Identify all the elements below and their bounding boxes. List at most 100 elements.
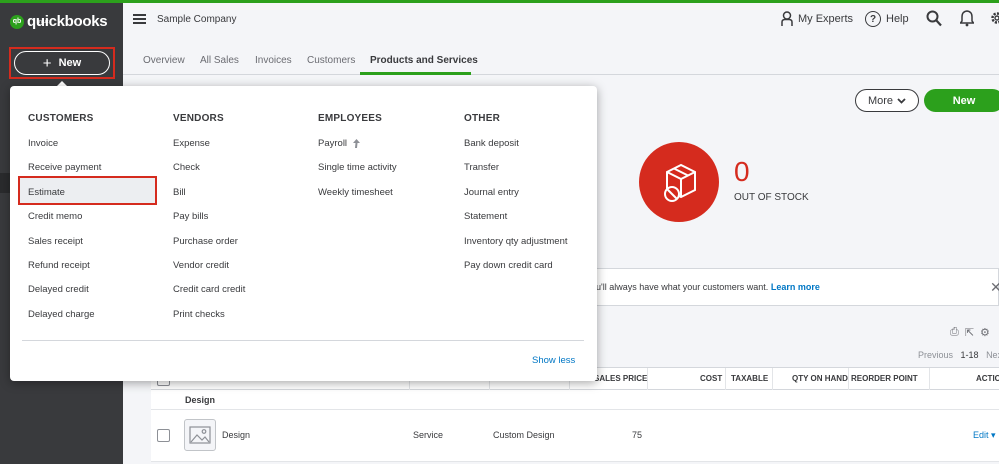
box-icon [664,163,696,202]
my-experts-button[interactable]: My Experts [781,11,853,27]
more-button[interactable]: More [855,89,919,112]
info-banner: ou'll always have what your customers wa… [580,268,999,306]
menu-item-purchase-order[interactable]: Purchase order [173,236,245,260]
new-product-button[interactable]: New [924,89,999,112]
menu-item-vendor-credit[interactable]: Vendor credit [173,260,245,284]
product-name[interactable]: Design [222,430,250,440]
upgrade-arrow-icon [353,139,361,148]
menu-item-receive-payment[interactable]: Receive payment [28,162,101,186]
menu-column-employees: EMPLOYEES Payroll Single time activity W… [318,113,397,211]
quickbooks-logo[interactable]: qb quickbooks intuit [10,13,108,30]
menu-heading-other: OTHER [464,113,500,124]
more-button-label: More [867,94,894,107]
col-cost[interactable]: COST [700,374,722,383]
top-header: Sample Company My Experts ? Help [123,3,999,39]
banner-text: ou'll always have what your customers wa… [591,282,769,292]
next-page-link[interactable]: Nex [986,350,999,360]
export-icon[interactable]: ⇱ [965,326,974,339]
col-action: ACTIO [976,374,999,383]
out-of-stock-label: OUT OF STOCK [734,192,809,203]
menu-heading-employees: EMPLOYEES [318,113,383,124]
print-icon[interactable]: ⎙ [950,326,959,339]
menu-item-inventory-qty-adjustment[interactable]: Inventory qty adjustment [464,236,568,260]
edit-link[interactable]: Edit ▾ [973,430,996,441]
col-taxable[interactable]: TAXABLE [731,374,768,383]
column-divider [848,368,849,390]
menu-item-statement[interactable]: Statement [464,211,568,235]
menu-item-payroll[interactable]: Payroll [318,138,397,162]
new-button-label: New [58,57,82,69]
close-icon[interactable]: ✕ [990,279,999,296]
settings-icon[interactable]: ⚙ [980,326,990,339]
product-type: Service [413,430,444,440]
column-divider [772,368,773,390]
banner-message: ou'll always have what your customers wa… [591,282,820,292]
group-label: Design [185,395,216,405]
out-of-stock-indicator[interactable] [639,142,719,222]
table-toolbar: ⎙ ⇱ ⚙ [950,326,990,339]
chevron-down-icon [897,97,906,104]
my-experts-label: My Experts [798,13,854,25]
col-sales-price[interactable]: SALES PRICE [594,374,647,383]
help-button[interactable]: ? Help [865,11,909,27]
col-reorder-point[interactable]: REORDER POINT [851,374,918,383]
gear-icon[interactable] [989,10,999,26]
tab-invoices[interactable]: Invoices [255,55,292,66]
previous-page-link[interactable]: Previous [918,350,953,360]
menu-item-refund-receipt[interactable]: Refund receipt [28,260,101,284]
person-icon [781,11,793,26]
new-dropdown-menu: CUSTOMERS Invoice Receive payment Estima… [10,86,597,381]
menu-item-pay-down-credit-card[interactable]: Pay down credit card [464,260,568,284]
products-table: SALES PRICE COST TAXABLE QTY ON HAND REO… [151,367,999,462]
qb-logo-icon: qb [10,14,24,29]
out-of-stock-count: 0 [734,156,750,187]
tab-customers[interactable]: Customers [307,55,355,66]
product-price: 75 [632,430,643,440]
show-less-link[interactable]: Show less [532,355,575,366]
menu-item-single-time-activity[interactable]: Single time activity [318,162,397,186]
menu-column-vendors: VENDORS Expense Check Bill Pay bills Pur… [173,113,245,333]
page-range: 1-18 [960,350,979,360]
intuit-wordmark: intuit [38,19,49,25]
menu-column-customers: CUSTOMERS Invoice Receive payment Estima… [28,113,101,333]
menu-item-check[interactable]: Check [173,162,245,186]
product-image-placeholder [184,419,216,451]
pagination: Previous 1-18 Nex [918,350,999,360]
menu-item-bill[interactable]: Bill [173,187,245,211]
menu-item-weekly-timesheet[interactable]: Weekly timesheet [318,187,397,211]
menu-item-invoice[interactable]: Invoice [28,138,101,162]
search-icon[interactable] [926,10,942,27]
tab-products-and-services[interactable]: Products and Services [370,55,478,66]
menu-item-credit-memo[interactable]: Credit memo [28,211,101,235]
tab-all-sales[interactable]: All Sales [200,55,239,66]
menu-item-estimate[interactable]: Estimate [28,187,101,211]
menu-item-transfer[interactable]: Transfer [464,162,568,186]
row-checkbox[interactable] [157,429,170,442]
menu-item-print-checks[interactable]: Print checks [173,309,245,333]
plus-icon: + [42,54,52,72]
menu-heading-vendors: VENDORS [173,113,224,124]
learn-more-link[interactable]: Learn more [771,282,820,292]
hamburger-menu-icon[interactable] [133,14,146,24]
product-description: Custom Design [493,430,555,440]
menu-item-journal-entry[interactable]: Journal entry [464,187,568,211]
menu-item-payroll-label: Payroll [318,138,348,149]
menu-item-expense[interactable]: Expense [173,138,245,162]
new-button[interactable]: + New [14,51,110,75]
menu-item-sales-receipt[interactable]: Sales receipt [28,236,101,260]
menu-item-bank-deposit[interactable]: Bank deposit [464,138,568,162]
bell-icon[interactable] [960,10,974,27]
image-icon [189,426,211,444]
table-row[interactable]: Design Service Custom Design 75 Edit ▾ [151,410,999,462]
col-qty-on-hand[interactable]: QTY ON HAND [792,374,848,383]
menu-item-pay-bills[interactable]: Pay bills [173,211,245,235]
help-label: Help [886,13,909,25]
company-name: Sample Company [157,14,237,25]
tab-overview[interactable]: Overview [143,55,185,66]
column-divider [725,368,726,390]
menu-item-delayed-charge[interactable]: Delayed charge [28,309,101,333]
menu-item-credit-card-credit[interactable]: Credit card credit [173,284,245,308]
menu-item-delayed-credit[interactable]: Delayed credit [28,284,101,308]
menu-column-other: OTHER Bank deposit Transfer Journal entr… [464,113,568,284]
active-tab-indicator [360,72,471,75]
